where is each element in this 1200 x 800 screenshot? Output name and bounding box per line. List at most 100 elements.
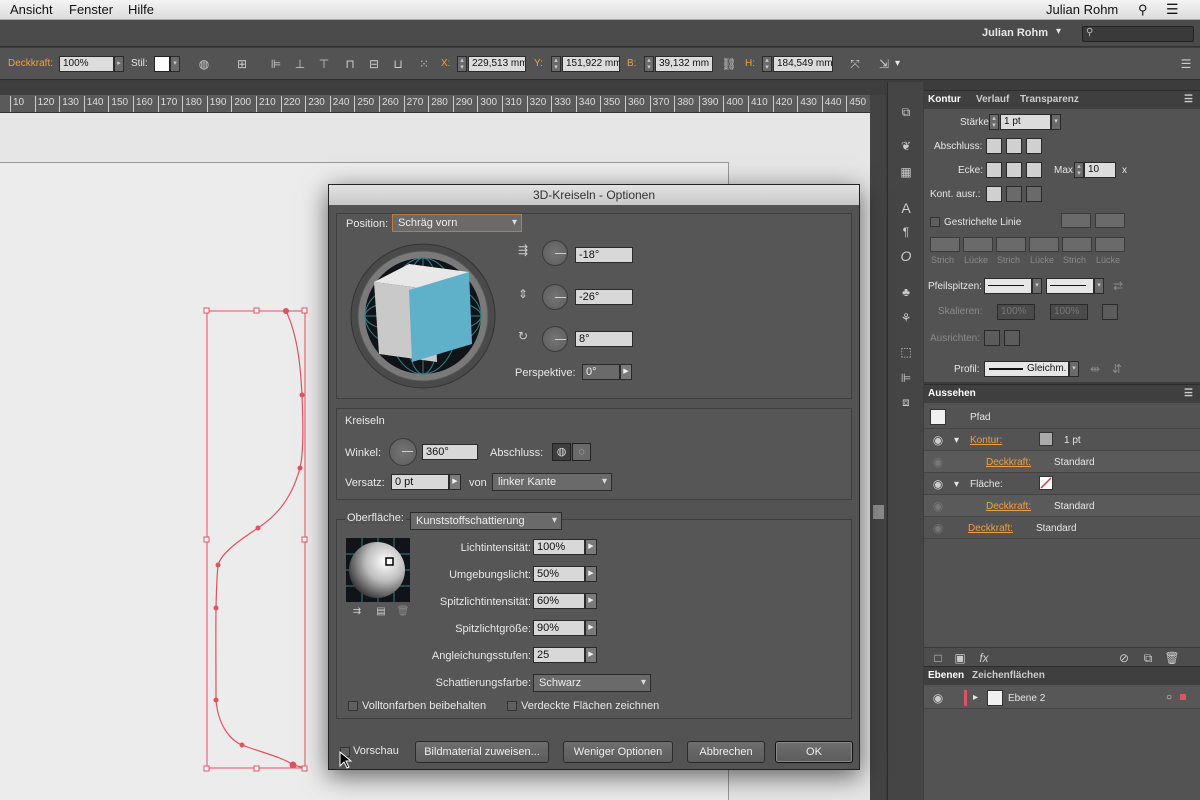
cap-on-button[interactable]: ◍ — [552, 443, 571, 461]
start-scale-field[interactable]: 100% — [997, 304, 1035, 320]
stroke-opacity-label[interactable]: Deckkraft: — [986, 457, 1031, 468]
highlight-intensity-slider-icon[interactable]: ▶ — [585, 593, 597, 609]
panel-menu-icon[interactable]: ☰ — [1184, 388, 1193, 399]
panel-menu-icon[interactable]: ☰ — [1184, 94, 1193, 105]
symbol-sprayer-icon[interactable]: ⚘ — [898, 310, 914, 326]
round-cap-button[interactable] — [1006, 138, 1022, 154]
flip-vertical-icon[interactable]: ⇵ — [1109, 361, 1125, 377]
align-panel-icon[interactable]: ⊫ — [898, 370, 914, 386]
rotate-z-dial[interactable] — [542, 326, 568, 352]
tab-aussehen[interactable]: Aussehen — [928, 388, 976, 399]
spotlight-icon[interactable]: ⚲ — [1138, 2, 1148, 18]
cancel-button[interactable]: Abbrechen — [687, 741, 765, 763]
end-arrowhead-select[interactable] — [1046, 278, 1094, 294]
workspace-switcher[interactable]: Julian Rohm — [982, 27, 1048, 39]
dash-2-field[interactable] — [996, 237, 1026, 252]
selection-indicator[interactable] — [1180, 694, 1186, 700]
appearance-fill-opacity-row[interactable]: ◉ Deckkraft: Standard — [924, 495, 1200, 517]
add-stroke-icon[interactable]: □ — [930, 650, 946, 666]
menubar-user[interactable]: Julian Rohm — [1046, 2, 1118, 17]
eye-icon[interactable]: ◉ — [930, 454, 946, 470]
fx-icon[interactable]: fx — [976, 650, 992, 666]
light-intensity-field[interactable]: 100% — [533, 539, 585, 555]
tab-transparenz[interactable]: Transparenz — [1020, 94, 1079, 105]
cap-off-button[interactable]: ◌ — [572, 443, 591, 461]
appearance-stroke-opacity-row[interactable]: ◉ Deckkraft: Standard — [924, 451, 1200, 473]
chevron-down-icon[interactable]: ▾ — [954, 479, 959, 490]
clear-appearance-icon[interactable]: ⊘ — [1116, 650, 1132, 666]
miter-field[interactable]: 10 — [1084, 162, 1116, 178]
tab-verlauf[interactable]: Verlauf — [976, 94, 1009, 105]
offset-from-select[interactable]: linker Kante — [492, 473, 612, 491]
eye-icon[interactable]: ◉ — [930, 432, 946, 448]
stroke-swatch[interactable] — [1039, 432, 1053, 446]
fill-opacity-label[interactable]: Deckkraft: — [986, 501, 1031, 512]
appearance-opacity-row[interactable]: ◉ Deckkraft: Standard — [924, 517, 1200, 539]
shading-color-select[interactable]: Schwarz — [533, 674, 651, 692]
arrow-tip-end-button[interactable] — [1004, 330, 1020, 346]
weight-stepper-icon[interactable]: ▴ ▾ — [989, 114, 999, 130]
dash-3-field[interactable] — [1062, 237, 1092, 252]
weight-dropdown-icon[interactable]: ▾ — [1051, 114, 1061, 130]
fill-attribute-label[interactable]: Fläche: — [970, 479, 1003, 490]
dashed-line-checkbox[interactable] — [930, 217, 940, 227]
align-outside-stroke-button[interactable] — [1026, 186, 1042, 202]
lighting-sphere[interactable] — [346, 538, 410, 602]
chevron-down-icon[interactable]: ▾ — [1056, 26, 1061, 37]
layer-row[interactable]: ◉ ▸ Ebene 2 ○ — [924, 687, 1200, 709]
vertical-scrollbar[interactable] — [870, 95, 886, 800]
eye-icon[interactable]: ◉ — [930, 690, 946, 706]
trash-icon[interactable]: 🗑 — [1164, 650, 1180, 666]
miter-stepper-icon[interactable]: ▴ ▾ — [1074, 162, 1084, 178]
offset-field[interactable]: 0 pt — [391, 474, 449, 490]
target-icon[interactable]: ○ — [1166, 692, 1172, 703]
chevron-down-icon[interactable]: ▾ — [1069, 361, 1079, 377]
square-cap-button[interactable] — [1026, 138, 1042, 154]
add-fill-icon[interactable]: ▣ — [952, 650, 968, 666]
gap-3-field[interactable] — [1095, 237, 1125, 252]
pathfinder-icon[interactable]: ⧈ — [898, 394, 914, 410]
rotation-track-cube[interactable] — [349, 242, 497, 390]
highlight-intensity-field[interactable]: 60% — [533, 593, 585, 609]
bevel-join-button[interactable] — [1026, 162, 1042, 178]
layer-expand-icon[interactable]: ▸ — [973, 692, 978, 703]
list-menu-icon[interactable]: ☰ — [1166, 1, 1179, 18]
appearance-object-row[interactable]: Pfad — [924, 405, 1200, 429]
fewer-options-button[interactable]: Weniger Optionen — [563, 741, 673, 763]
blend-steps-slider-icon[interactable]: ▶ — [585, 647, 597, 663]
chevron-down-icon[interactable]: ▾ — [1094, 278, 1104, 294]
dash-preserve-button[interactable] — [1095, 213, 1125, 228]
duplicate-item-icon[interactable]: ⧉ — [1140, 650, 1156, 666]
chevron-down-icon[interactable]: ▾ — [954, 435, 959, 446]
isolate-icon[interactable]: ⇲ — [876, 56, 892, 72]
stroke-attribute-label[interactable]: Kontur: — [970, 435, 1002, 446]
appearance-stroke-row[interactable]: ◉ ▾ Kontur: 1 pt — [924, 429, 1200, 451]
end-scale-field[interactable]: 100% — [1050, 304, 1088, 320]
miter-join-button[interactable] — [986, 162, 1002, 178]
ambient-light-slider-icon[interactable]: ▶ — [585, 566, 597, 582]
surface-select[interactable]: Kunststoffschattierung — [410, 512, 562, 530]
opentype-icon[interactable]: O — [898, 248, 914, 264]
paragraph-icon[interactable]: ¶ — [898, 224, 914, 240]
panel-menu-icon[interactable]: ☰ — [1178, 56, 1194, 72]
swatches-icon[interactable]: ▦ — [898, 164, 914, 180]
symbols-icon[interactable]: ⧉ — [898, 104, 914, 120]
tab-zeichenflaechen[interactable]: Zeichenflächen — [972, 670, 1045, 681]
object-opacity-label[interactable]: Deckkraft: — [968, 523, 1013, 534]
butt-cap-button[interactable] — [986, 138, 1002, 154]
chevron-down-icon[interactable]: ▾ — [895, 58, 900, 69]
new-light-icon[interactable]: ▤ — [373, 604, 389, 620]
character-icon[interactable]: A — [898, 200, 914, 216]
tab-ebenen[interactable]: Ebenen — [928, 670, 964, 681]
gap-1-field[interactable] — [963, 237, 993, 252]
profile-select[interactable]: Gleichm. — [984, 361, 1069, 377]
perspective-field[interactable]: 0° — [582, 364, 620, 380]
dialog-title[interactable]: 3D-Kreiseln - Optionen — [329, 185, 859, 205]
eye-icon[interactable]: ◉ — [930, 498, 946, 514]
no-fill-swatch[interactable] — [1039, 476, 1053, 490]
scrollbar-thumb[interactable] — [873, 505, 884, 519]
align-center-stroke-button[interactable] — [986, 186, 1002, 202]
rotate-z-field[interactable]: 8° — [575, 331, 633, 347]
brushes-icon[interactable]: ❦ — [898, 138, 914, 154]
angle-dial[interactable] — [389, 438, 417, 466]
